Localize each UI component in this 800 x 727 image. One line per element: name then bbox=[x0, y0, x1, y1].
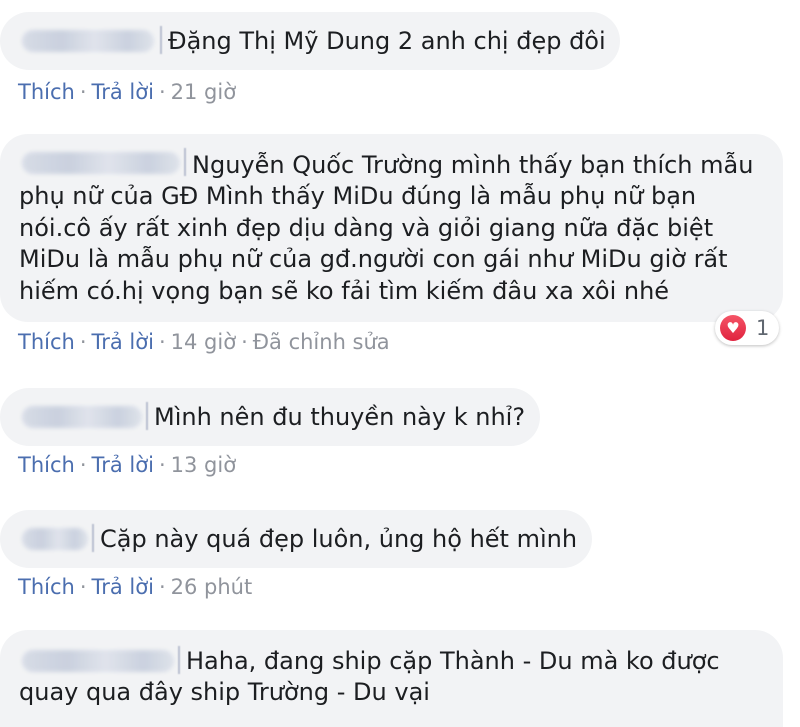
comment-text-line: Nguyễn Quốc Trường mình thấy bạn thích m… bbox=[192, 151, 754, 179]
blurred-author-name bbox=[22, 528, 88, 550]
comment-text-line: MiDu là mẫu phụ nữ của gđ.người con gái … bbox=[19, 245, 728, 273]
blur-edge bbox=[92, 524, 94, 552]
comment-actions: Thích · Trả lời · 21 giờ bbox=[18, 80, 237, 104]
blur-edge bbox=[146, 402, 148, 430]
reply-link[interactable]: Trả lời bbox=[92, 330, 154, 354]
comment-text: Cặp này quá đẹp luôn, ủng hộ hết mình bbox=[100, 525, 578, 553]
comment-text-line: hiếm có.hị vọng bạn sẽ ko fải tìm kiếm đ… bbox=[19, 277, 670, 305]
comment-actions: Thích · Trả lời · 26 phút bbox=[18, 575, 253, 599]
heart-icon: ♥ bbox=[720, 315, 746, 341]
reply-link[interactable]: Trả lời bbox=[92, 575, 154, 599]
comment-time[interactable]: 14 giờ bbox=[171, 330, 236, 354]
blurred-author-name bbox=[22, 406, 142, 428]
comment-actions: Thích · Trả lời · 14 giờ · Đã chỉnh sửa bbox=[18, 330, 390, 354]
blurred-author-name bbox=[22, 30, 154, 52]
reaction-count: 1 bbox=[756, 316, 770, 340]
like-link[interactable]: Thích bbox=[18, 80, 75, 104]
reply-link[interactable]: Trả lời bbox=[92, 80, 154, 104]
comment-text-line: quay qua đây ship Trường - Du vại bbox=[19, 678, 430, 706]
blur-edge bbox=[160, 26, 162, 54]
comment-text-line: Haha, đang ship cặp Thành - Du mà ko đượ… bbox=[186, 647, 720, 675]
comment-time[interactable]: 13 giờ bbox=[171, 453, 236, 477]
comment-text: Đặng Thị Mỹ Dung 2 anh chị đẹp đôi bbox=[168, 27, 606, 55]
comment-text-line: phụ nữ của GĐ Mình thấy MiDu đúng là mẫu… bbox=[19, 182, 697, 210]
comment-text-line: nói.cô ấy rất xinh đẹp dịu dàng và giỏi … bbox=[19, 214, 714, 242]
reaction-badge[interactable]: ♥ 1 bbox=[715, 311, 780, 345]
comment-time[interactable]: 26 phút bbox=[171, 575, 253, 599]
comment-time[interactable]: 21 giờ bbox=[171, 80, 236, 104]
like-link[interactable]: Thích bbox=[18, 575, 75, 599]
like-link[interactable]: Thích bbox=[18, 453, 75, 477]
blur-edge bbox=[178, 646, 180, 674]
blurred-author-name bbox=[22, 152, 180, 174]
edited-label[interactable]: Đã chỉnh sửa bbox=[253, 330, 390, 354]
like-link[interactable]: Thích bbox=[18, 330, 75, 354]
blur-edge bbox=[184, 148, 186, 176]
reply-link[interactable]: Trả lời bbox=[92, 453, 154, 477]
blurred-author-name bbox=[22, 650, 174, 672]
comment-text: Mình nên đu thuyền này k nhỉ? bbox=[154, 403, 526, 431]
comment-actions: Thích · Trả lời · 13 giờ bbox=[18, 453, 237, 477]
